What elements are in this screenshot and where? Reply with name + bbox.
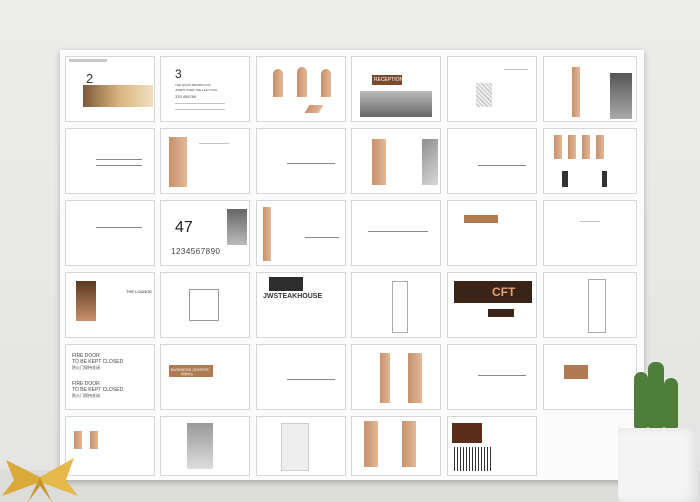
plant-pot	[618, 428, 698, 502]
page-floor-47	[160, 416, 250, 476]
fire-door-a-3: 防火门保持关闭	[72, 365, 100, 370]
page-hands	[351, 416, 441, 476]
page-directory	[351, 128, 441, 194]
page-plan	[447, 128, 537, 194]
cactus-stem-3	[664, 378, 678, 428]
page-number: 2	[86, 71, 94, 86]
page-plaque-2	[543, 344, 637, 410]
page-drawing-4	[447, 344, 537, 410]
photo-strip	[83, 85, 153, 107]
page-cft: CFT	[447, 272, 537, 338]
page-fire-door: FIRE DOOR TO BE KEPT CLOSED 防火门保持关闭 FIRE…	[65, 344, 155, 410]
steakhouse-label: JWSTEAKHOUSE	[263, 293, 323, 300]
page-elevation	[256, 128, 346, 194]
digit-row: 1234567890	[171, 247, 221, 256]
page-wood-panel	[160, 128, 250, 194]
reception-label: RECEPTION	[374, 77, 404, 83]
page-lounge: THE LOUNGE	[65, 272, 155, 338]
signage-poster-board: 2 3 THE QUICK BROWN FOX JUMPS OVER THE L…	[60, 50, 644, 480]
page-digits: 47 1234567890	[160, 200, 250, 266]
page-header	[69, 59, 107, 62]
heading-line-1: THE QUICK BROWN FOX	[175, 83, 211, 87]
page-2: 2	[65, 56, 155, 122]
page-drawing	[65, 128, 155, 194]
gold-bow-icon	[2, 458, 78, 502]
page-steakhouse: JWSTEAKHOUSE	[256, 272, 346, 338]
big-number: 47	[175, 219, 193, 236]
page-drawing-2	[65, 200, 155, 266]
page-corridor	[543, 56, 637, 122]
page-column	[351, 272, 441, 338]
page-frame	[160, 272, 250, 338]
page-people	[543, 128, 637, 194]
fire-door-b-3: 防火门保持关闭	[72, 393, 100, 398]
page-totems	[351, 344, 441, 410]
page-swatch	[447, 56, 537, 122]
page-logo	[447, 416, 537, 476]
page-blank	[543, 200, 637, 266]
page-3: 3 THE QUICK BROWN FOX JUMPS OVER THE LAZ…	[160, 56, 250, 122]
heading-line-2: JUMPS OVER THE LAZY DOG	[175, 88, 218, 92]
cactus-stem-1	[634, 372, 648, 428]
page-section	[351, 200, 441, 266]
page-number: 3	[175, 67, 182, 81]
page-figures	[256, 56, 346, 122]
cactus-stem-2	[648, 362, 664, 428]
lounge-label: THE LOUNGE	[126, 289, 153, 294]
page-plaque	[447, 200, 537, 266]
page-panel-text	[256, 416, 346, 476]
page-reception: RECEPTION	[351, 56, 441, 122]
page-business-center: BUSINESS CENTER 商务中心	[160, 344, 250, 410]
business-center-sub: 商务中心	[181, 372, 194, 376]
cft-label: CFT	[492, 285, 516, 299]
page-doors	[256, 200, 346, 266]
page-drawing-3	[256, 344, 346, 410]
page-column-2	[543, 272, 637, 338]
code-text: 333 456789	[175, 94, 197, 99]
